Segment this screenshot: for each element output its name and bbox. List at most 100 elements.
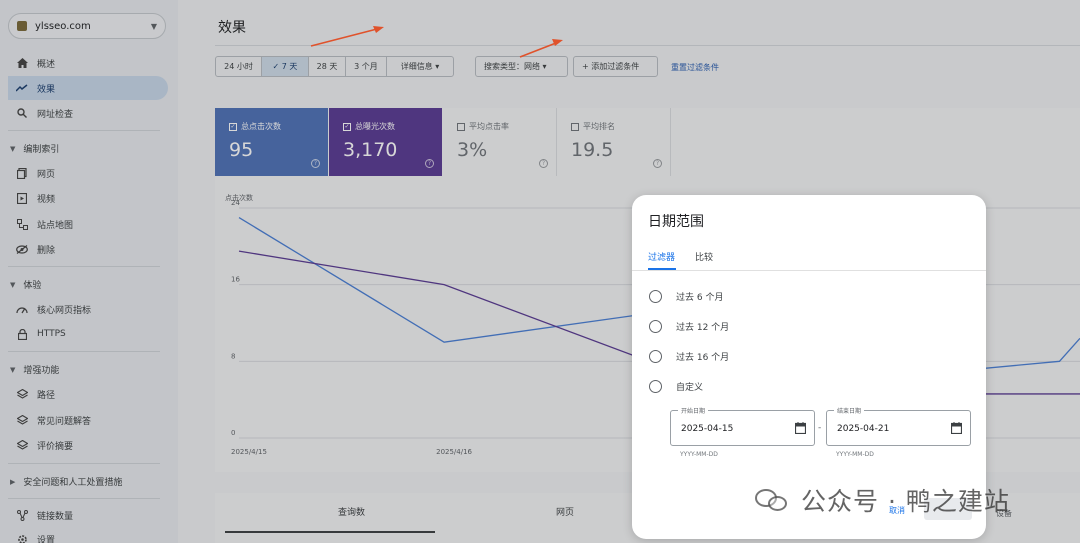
reset-filters-link[interactable]: 重置过滤条件 — [671, 62, 719, 73]
sidebar-item-performance[interactable]: 效果 — [8, 76, 168, 100]
sidebar-group-label: 安全问题和人工处置措施 — [23, 478, 123, 488]
checkbox-empty-icon — [571, 122, 579, 131]
sidebar-group-indexing[interactable]: ▼ 编制索引 — [10, 142, 60, 156]
sidebar-item-removals[interactable]: 删除 — [8, 237, 168, 261]
date-separator: - — [818, 423, 822, 433]
search-type-filter[interactable]: 搜索类型：网络 ▾ — [475, 56, 568, 77]
date-3m-button[interactable]: 3 个月 — [345, 56, 387, 77]
sidebar-item-links[interactable]: 链接数量 — [8, 503, 168, 527]
radio-unchecked-icon[interactable] — [649, 350, 662, 363]
metric-card-ctr[interactable]: 平均点击率 3% ? — [443, 108, 557, 176]
checkbox-checked-icon: ✓ — [343, 122, 351, 131]
triangle-down-icon: ▼ — [10, 365, 16, 374]
sitemap-icon — [16, 218, 28, 230]
help-icon[interactable]: ? — [539, 159, 548, 168]
option-last-12-months[interactable]: 过去 12 个月 — [649, 320, 729, 333]
end-date-value[interactable]: 2025-04-21 — [837, 424, 889, 434]
option-label: 自定义 — [676, 383, 704, 393]
video-icon — [16, 192, 28, 204]
date-28d-button[interactable]: 28 天 — [308, 56, 346, 77]
metric-value: 3% — [457, 139, 488, 161]
help-icon[interactable]: ? — [653, 159, 662, 168]
layers-icon — [16, 388, 28, 400]
sidebar-item-faq[interactable]: 常见问题解答 — [8, 408, 168, 432]
calendar-icon[interactable] — [950, 422, 963, 437]
sidebar-item-settings[interactable]: 设置 — [8, 527, 168, 543]
radio-unchecked-icon[interactable] — [649, 380, 662, 393]
sidebar-item-label: 链接数量 — [37, 511, 74, 522]
tab-pages[interactable]: 网页 — [556, 505, 574, 518]
tab-queries[interactable]: 查询数 — [338, 505, 365, 518]
metric-card-impressions[interactable]: ✓ 总曝光次数 3,170 ? — [329, 108, 442, 176]
sidebar-group-label: 编制索引 — [23, 145, 60, 155]
x-tick-label: 2025/4/15 — [231, 448, 267, 456]
date-more-button[interactable]: 详细信息 ▾ — [386, 56, 454, 77]
add-filter-button[interactable]: + 添加过滤条件 — [573, 56, 658, 77]
sidebar-item-videos[interactable]: 视频 — [8, 186, 168, 210]
sidebar-item-label: 视频 — [37, 194, 56, 205]
date-24h-button[interactable]: 24 小时 — [215, 56, 262, 77]
sidebar-item-label: 效果 — [37, 84, 56, 95]
sidebar-item-url-inspection[interactable]: 网址检查 — [8, 101, 168, 125]
radio-unchecked-icon[interactable] — [649, 290, 662, 303]
wechat-watermark: 公众号 · 鸭之建站 — [755, 482, 1010, 518]
sidebar-item-label: 概述 — [37, 59, 56, 70]
sidebar-item-overview[interactable]: 概述 — [8, 51, 168, 75]
help-icon[interactable]: ? — [425, 159, 434, 168]
active-tab-indicator — [225, 531, 435, 533]
sidebar-item-core-web-vitals[interactable]: 核心网页指标 — [8, 297, 168, 321]
home-icon — [16, 57, 28, 69]
sidebar-group-experience[interactable]: ▼ 体验 — [10, 278, 42, 292]
dialog-title: 日期范围 — [648, 214, 704, 230]
sidebar-divider — [8, 130, 160, 131]
sidebar-item-label: 删除 — [37, 245, 56, 256]
sidebar-group-label: 体验 — [23, 281, 42, 291]
sidebar-item-sitemaps[interactable]: 站点地图 — [8, 212, 168, 236]
sidebar-item-label: 设置 — [37, 535, 56, 543]
metric-card-position[interactable]: 平均排名 19.5 ? — [557, 108, 671, 176]
start-date-label: 开始日期 — [678, 406, 709, 415]
sidebar-divider — [8, 498, 160, 499]
sidebar-group-enhancements[interactable]: ▼ 增强功能 — [10, 363, 59, 377]
sidebar-item-breadcrumbs[interactable]: 路径 — [8, 382, 168, 406]
property-name: ylsseo.com — [35, 20, 91, 32]
sidebar-item-label: HTTPS — [37, 329, 66, 339]
wechat-icon — [755, 487, 789, 513]
sidebar-divider — [8, 463, 160, 464]
property-selector[interactable]: ylsseo.com ▼ — [8, 13, 166, 39]
metric-label: 平均点击率 — [469, 122, 509, 131]
sidebar-group-security[interactable]: ▶ 安全问题和人工处置措施 — [10, 475, 123, 489]
header-divider — [215, 45, 1080, 46]
layers-icon — [16, 439, 28, 451]
metric-card-clicks[interactable]: ✓ 总点击次数 95 ? — [215, 108, 328, 176]
y-tick-label: 8 — [231, 352, 235, 360]
sidebar-item-review-snippets[interactable]: 评价摘要 — [8, 433, 168, 457]
y-tick-label: 16 — [231, 276, 240, 284]
option-label: 过去 16 个月 — [676, 353, 730, 363]
option-label: 过去 6 个月 — [676, 293, 724, 303]
y-tick-label: 24 — [231, 199, 240, 207]
sidebar-item-https[interactable]: HTTPS — [8, 322, 168, 346]
sidebar-item-pages[interactable]: 网页 — [8, 161, 168, 185]
option-last-16-months[interactable]: 过去 16 个月 — [649, 350, 729, 363]
radio-unchecked-icon[interactable] — [649, 320, 662, 333]
watermark-text: 公众号 · 鸭之建站 — [801, 487, 1010, 516]
calendar-icon[interactable] — [794, 422, 807, 437]
metric-value: 19.5 — [571, 139, 614, 161]
start-date-field[interactable]: 开始日期 2025-04-15 — [670, 406, 815, 446]
date-7d-button[interactable]: ✓ 7 天 — [261, 56, 309, 77]
metric-label: 平均排名 — [583, 122, 615, 131]
dialog-divider — [632, 270, 986, 271]
sidebar: ylsseo.com ▼ 概述 效果 网址检查 ▼ 编制索引 网页 视频 站点地… — [0, 0, 178, 543]
start-date-value[interactable]: 2025-04-15 — [681, 424, 733, 434]
tab-compare[interactable]: 比较 — [695, 250, 713, 263]
site-favicon-icon — [17, 21, 27, 31]
end-date-field[interactable]: 结束日期 2025-04-21 — [826, 406, 971, 446]
option-custom[interactable]: 自定义 — [649, 380, 703, 393]
option-label: 过去 12 个月 — [676, 323, 730, 333]
sidebar-item-label: 路径 — [37, 390, 56, 401]
tab-filter[interactable]: 过滤器 — [648, 250, 675, 263]
help-icon[interactable]: ? — [311, 159, 320, 168]
option-last-6-months[interactable]: 过去 6 个月 — [649, 290, 723, 303]
checkbox-empty-icon — [457, 122, 465, 131]
